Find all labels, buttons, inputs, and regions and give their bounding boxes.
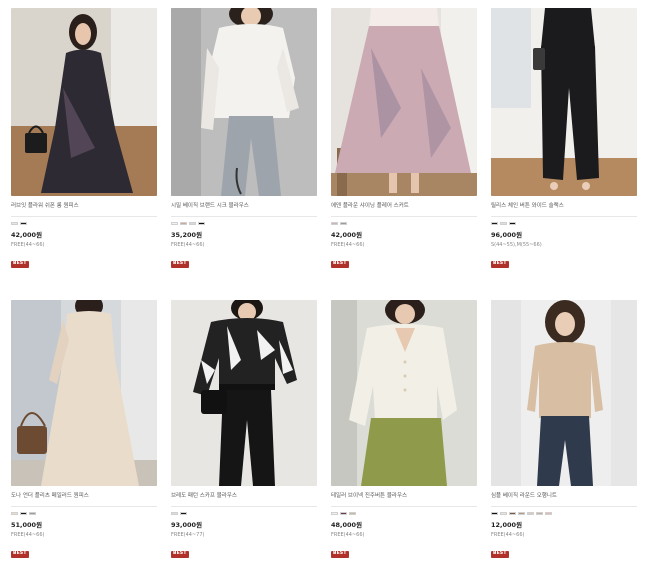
color-swatch	[180, 222, 187, 225]
product-price: 93,000원	[171, 521, 203, 529]
color-swatch	[509, 512, 516, 515]
color-swatch	[331, 222, 338, 225]
color-swatch	[340, 512, 347, 515]
product-image[interactable]	[171, 8, 317, 196]
product-name[interactable]: 브레도 패턴 스카프 블라우스	[171, 492, 317, 500]
product-size: FREE(44~77)	[171, 532, 205, 538]
product-image[interactable]	[331, 8, 477, 196]
color-swatch	[500, 512, 507, 515]
divider	[331, 506, 477, 507]
color-swatch	[500, 222, 507, 225]
best-badge: BEST	[491, 261, 509, 268]
color-swatch	[491, 512, 498, 515]
color-swatch	[171, 222, 178, 225]
best-badge: BEST	[491, 551, 509, 558]
product-card[interactable]: 심플 베이직 라운드 오행니트 12,000원 FREE(44~66) BEST	[491, 300, 637, 558]
product-grid: 러브잇 플라워 쉬폰 롱 원피스 42,000원 FREE(44~66) BES…	[0, 0, 650, 577]
color-swatch	[29, 512, 36, 515]
product-image[interactable]	[491, 8, 637, 196]
product-image[interactable]	[171, 300, 317, 486]
product-photo	[171, 300, 317, 486]
product-size: S(44~55),M(55~66)	[491, 242, 542, 248]
color-swatch	[340, 222, 347, 225]
product-image[interactable]	[11, 8, 157, 196]
product-size: FREE(44~66)	[491, 532, 525, 538]
product-image[interactable]	[491, 300, 637, 486]
product-size: FREE(44~66)	[11, 242, 45, 248]
color-swatch	[11, 222, 18, 225]
best-badge: BEST	[171, 551, 189, 558]
product-name[interactable]: 에덴 플라운 샤이닝 플레어 스커트	[331, 202, 477, 210]
best-badge: BEST	[11, 551, 29, 558]
color-swatch	[331, 512, 338, 515]
best-badge: BEST	[331, 261, 349, 268]
product-price: 42,000원	[331, 231, 363, 239]
color-swatch	[527, 512, 534, 515]
color-swatches	[11, 512, 157, 516]
product-price: 48,000원	[331, 521, 363, 529]
best-badge: BEST	[331, 551, 349, 558]
color-swatch	[180, 512, 187, 515]
best-badge: BEST	[11, 261, 29, 268]
color-swatches	[171, 222, 317, 226]
divider	[491, 216, 637, 217]
product-photo	[331, 8, 477, 196]
color-swatch	[11, 512, 18, 515]
product-name[interactable]: 러브잇 플라워 쉬폰 롱 원피스	[11, 202, 157, 210]
product-price: 35,200원	[171, 231, 203, 239]
product-size: FREE(44~66)	[171, 242, 205, 248]
product-image[interactable]	[11, 300, 157, 486]
color-swatch	[171, 512, 178, 515]
divider	[11, 216, 157, 217]
product-card[interactable]: 릴리스 체인 버튼 와이드 슬랙스 96,000원 S(44~55),M(55~…	[491, 8, 637, 268]
product-price: 42,000원	[11, 231, 43, 239]
color-swatch	[20, 512, 27, 515]
product-price: 51,000원	[11, 521, 43, 529]
product-card[interactable]: 에덴 플라운 샤이닝 플레어 스커트 42,000원 FREE(44~66) B…	[331, 8, 477, 268]
product-image[interactable]	[331, 300, 477, 486]
product-card[interactable]: 시밀 베이직 브랜드 시크 블라우스 35,200원 FREE(44~66) B…	[171, 8, 317, 268]
best-badge: BEST	[171, 261, 189, 268]
divider	[171, 506, 317, 507]
color-swatches	[491, 512, 637, 516]
color-swatch	[518, 512, 525, 515]
product-photo	[491, 8, 637, 196]
product-photo	[11, 300, 157, 486]
product-name[interactable]: 도나 언더 플리츠 페일러드 원피스	[11, 492, 157, 500]
product-name[interactable]: 테일러 브이넥 진주버튼 블라우스	[331, 492, 477, 500]
product-card[interactable]: 도나 언더 플리츠 페일러드 원피스 51,000원 FREE(44~66) B…	[11, 300, 157, 558]
product-price: 12,000원	[491, 521, 523, 529]
product-name[interactable]: 릴리스 체인 버튼 와이드 슬랙스	[491, 202, 637, 210]
divider	[331, 216, 477, 217]
product-name[interactable]: 심플 베이직 라운드 오행니트	[491, 492, 637, 500]
color-swatch	[491, 222, 498, 225]
product-photo	[171, 8, 317, 196]
product-photo	[331, 300, 477, 486]
divider	[11, 506, 157, 507]
product-photo	[11, 8, 157, 196]
product-name[interactable]: 시밀 베이직 브랜드 시크 블라우스	[171, 202, 317, 210]
product-price: 96,000원	[491, 231, 523, 239]
product-card[interactable]: 브레도 패턴 스카프 블라우스 93,000원 FREE(44~77) BEST	[171, 300, 317, 558]
product-photo	[491, 300, 637, 486]
color-swatch	[509, 222, 516, 225]
color-swatches	[491, 222, 637, 226]
color-swatch	[545, 512, 552, 515]
color-swatches	[11, 222, 157, 226]
color-swatch	[536, 512, 543, 515]
product-size: FREE(44~66)	[331, 242, 365, 248]
color-swatch	[189, 222, 196, 225]
color-swatches	[331, 512, 477, 516]
color-swatch	[349, 512, 356, 515]
product-size: FREE(44~66)	[331, 532, 365, 538]
divider	[491, 506, 637, 507]
product-card[interactable]: 테일러 브이넥 진주버튼 블라우스 48,000원 FREE(44~66) BE…	[331, 300, 477, 558]
color-swatch	[198, 222, 205, 225]
color-swatches	[171, 512, 317, 516]
product-size: FREE(44~66)	[11, 532, 45, 538]
color-swatch	[20, 222, 27, 225]
product-card[interactable]: 러브잇 플라워 쉬폰 롱 원피스 42,000원 FREE(44~66) BES…	[11, 8, 157, 268]
color-swatches	[331, 222, 477, 226]
divider	[171, 216, 317, 217]
